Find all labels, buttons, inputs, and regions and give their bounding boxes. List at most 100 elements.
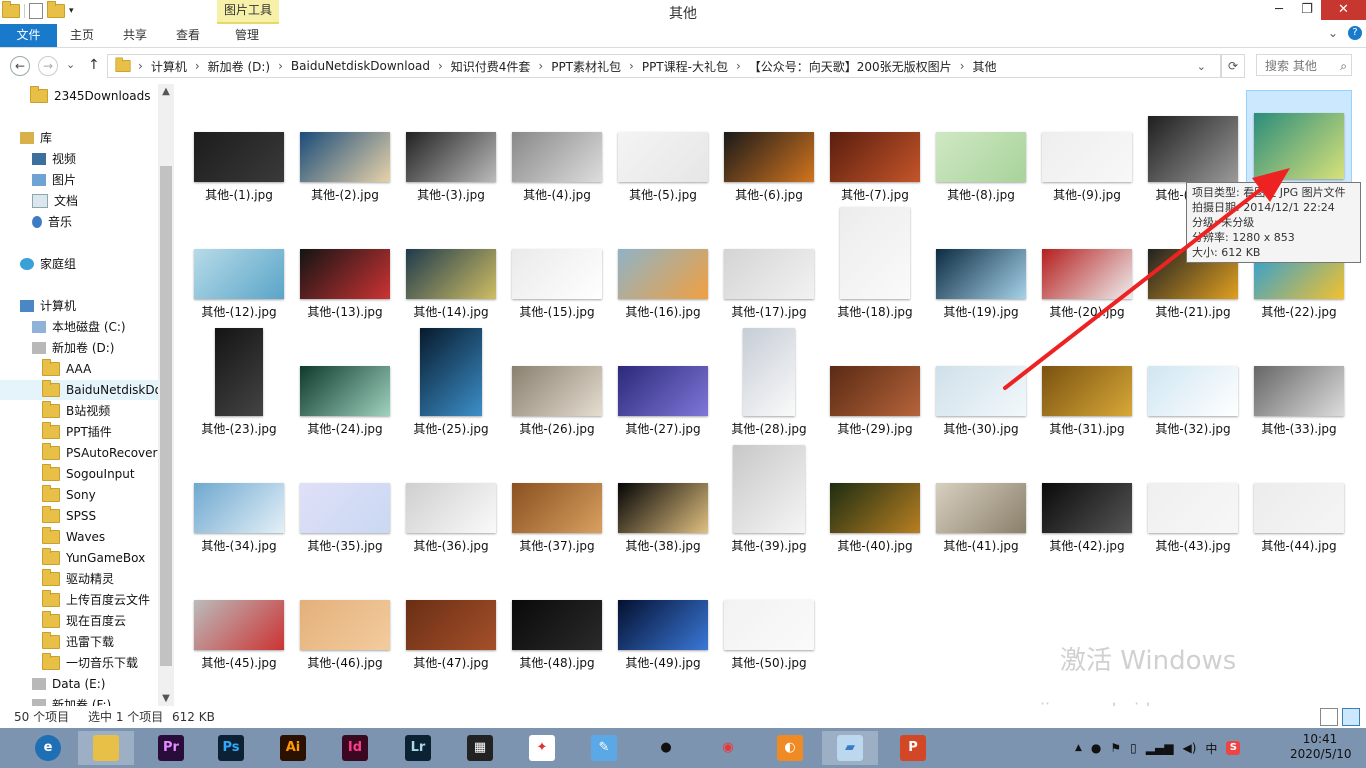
taskbar-app[interactable]: Lr — [390, 731, 446, 765]
taskbar-app[interactable]: ◉ — [700, 731, 756, 765]
sidebar-item-thunder[interactable]: 迅雷下载 — [42, 632, 114, 652]
sidebar-item-aaa[interactable]: AAA — [42, 359, 91, 379]
sidebar-item-music[interactable]: 音乐 — [32, 212, 72, 232]
help-icon[interactable]: ? — [1348, 26, 1362, 40]
taskbar-app[interactable]: e — [20, 731, 76, 765]
taskbar-app[interactable]: Id — [327, 731, 383, 765]
tab-home[interactable]: 主页 — [62, 24, 102, 47]
nav-scrollbar[interactable]: ▲ ▼ — [158, 84, 174, 706]
sidebar-item-library[interactable]: 库 — [20, 128, 52, 148]
search-input[interactable]: 搜索 其他 ⌕ — [1256, 54, 1352, 76]
file-item[interactable]: 其他-(16).jpg — [610, 211, 716, 327]
refresh-button[interactable]: ⟳ — [1221, 54, 1245, 78]
taskbar-app[interactable]: ◐ — [762, 731, 818, 765]
sidebar-item-waves[interactable]: Waves — [42, 527, 105, 547]
file-item[interactable]: 其他-(49).jpg — [610, 562, 716, 678]
volume-icon[interactable]: ◀) — [1182, 741, 1196, 755]
sidebar-item-psautorecover[interactable]: PSAutoRecover — [42, 443, 157, 463]
address-dropdown-icon[interactable]: ⌄ — [1197, 60, 1206, 73]
taskbar-app[interactable]: ▰ — [822, 731, 878, 765]
clock[interactable]: 10:41 2020/5/10 — [1290, 732, 1352, 762]
flag-icon[interactable]: ⚑ — [1110, 741, 1121, 755]
taskbar-app[interactable] — [78, 731, 134, 765]
sidebar-item-baidunetdisk[interactable]: BaiduNetdiskDo — [0, 380, 174, 400]
back-button[interactable]: ← — [10, 56, 30, 76]
file-item[interactable]: 其他-(29).jpg — [822, 328, 928, 444]
file-item[interactable]: 其他-(38).jpg — [610, 445, 716, 561]
recent-locations-dropdown[interactable]: ⌄ — [66, 58, 75, 71]
file-item[interactable]: 其他-(40).jpg — [822, 445, 928, 561]
search-icon[interactable]: ⌕ — [1340, 55, 1347, 77]
breadcrumb-drive-d[interactable]: 新加卷 (D:) — [208, 58, 270, 75]
scroll-down-icon[interactable]: ▼ — [158, 693, 174, 704]
sidebar-item-sogouinput[interactable]: SogouInput — [42, 464, 135, 484]
sidebar-item-bilibili[interactable]: B站视频 — [42, 401, 110, 421]
sogou-icon[interactable]: S — [1226, 741, 1241, 755]
sidebar-item-now-baidu[interactable]: 现在百度云 — [42, 611, 126, 631]
tab-view[interactable]: 查看 — [168, 24, 208, 47]
breadcrumb-ppt-assets[interactable]: PPT素材礼包 — [551, 58, 621, 75]
sidebar-item-documents[interactable]: 文档 — [32, 191, 78, 211]
forward-button[interactable]: → — [38, 56, 58, 76]
file-item[interactable]: 其他-(27).jpg — [610, 328, 716, 444]
sidebar-item-2345downloads[interactable]: 2345Downloads — [30, 86, 150, 106]
sidebar-item-computer[interactable]: 计算机 — [20, 296, 76, 316]
sidebar-item-pictures[interactable]: 图片 — [32, 170, 76, 190]
sidebar-item-drive-e[interactable]: Data (E:) — [32, 674, 105, 694]
taskbar-app[interactable]: ▦ — [452, 731, 508, 765]
address-box[interactable]: › 计算机 › 新加卷 (D:) › BaiduNetdiskDownload › 知… — [107, 54, 1221, 78]
breadcrumb-images[interactable]: 【公众号：向天歌】200张无版权图片 — [749, 58, 952, 75]
collapse-ribbon-icon[interactable]: ⌄ — [1328, 26, 1338, 40]
file-item[interactable]: 其他-(34).jpg — [186, 445, 292, 561]
file-item[interactable]: 其他-(1).jpg — [186, 94, 292, 210]
file-item[interactable]: 其他-(12).jpg — [186, 211, 292, 327]
sidebar-item-drive-c[interactable]: 本地磁盘 (C:) — [32, 317, 126, 337]
file-item[interactable]: 其他-(18).jpg — [822, 207, 928, 327]
sidebar-item-video[interactable]: 视频 — [32, 149, 76, 169]
taskbar-app[interactable]: ● — [638, 731, 694, 765]
file-item[interactable]: 其他-(44).jpg — [1246, 445, 1352, 561]
sidebar-item-drive-d[interactable]: 新加卷 (D:) — [32, 338, 114, 358]
file-item[interactable]: 其他-(48).jpg — [504, 562, 610, 678]
maximize-button[interactable]: ❐ — [1293, 0, 1321, 20]
file-item[interactable]: 其他-(36).jpg — [398, 445, 504, 561]
tray-chevron-icon[interactable]: ▲ — [1075, 743, 1082, 753]
tab-file[interactable]: 文件 — [0, 24, 57, 47]
close-button[interactable]: ✕ — [1321, 0, 1366, 20]
file-item[interactable]: 其他-(15).jpg — [504, 211, 610, 327]
file-item[interactable]: 其他-(47).jpg — [398, 562, 504, 678]
details-view-button[interactable] — [1320, 708, 1338, 726]
file-item[interactable]: 其他-(50).jpg — [716, 562, 822, 678]
file-item[interactable]: 其他-(2).jpg — [292, 94, 398, 210]
file-item[interactable]: 其他-(6).jpg — [716, 94, 822, 210]
file-item[interactable]: 其他-(37).jpg — [504, 445, 610, 561]
taskbar-app[interactable]: ✦ — [514, 731, 570, 765]
file-item[interactable]: 其他-(5).jpg — [610, 94, 716, 210]
sidebar-item-upload-baidu[interactable]: 上传百度云文件 — [42, 590, 150, 610]
breadcrumb-knowledge[interactable]: 知识付费4件套 — [451, 58, 531, 75]
breadcrumb-computer[interactable]: 计算机 — [151, 58, 187, 75]
taskbar-app[interactable]: P — [885, 731, 941, 765]
file-item[interactable]: 其他-(28).jpg — [716, 328, 822, 444]
file-item[interactable]: 其他-(43).jpg — [1140, 445, 1246, 561]
breadcrumb-ppt-course[interactable]: PPT课程-大礼包 — [642, 58, 728, 75]
file-item[interactable]: 其他-(3).jpg — [398, 94, 504, 210]
sidebar-item-music-download[interactable]: 一切音乐下载 — [42, 653, 138, 673]
sidebar-item-yungamebox[interactable]: YunGameBox — [42, 548, 145, 568]
file-item[interactable]: 其他-(24).jpg — [292, 328, 398, 444]
file-item[interactable]: 其他-(41).jpg — [928, 445, 1034, 561]
scrollbar-thumb[interactable] — [160, 166, 172, 666]
file-item[interactable]: 其他-(7).jpg — [822, 94, 928, 210]
tab-share[interactable]: 共享 — [115, 24, 155, 47]
breadcrumb-other[interactable]: 其他 — [973, 58, 997, 75]
sidebar-item-ppt-plugins[interactable]: PPT插件 — [42, 422, 112, 442]
network-icon[interactable]: ▂▄▆ — [1146, 741, 1174, 755]
file-item[interactable]: 其他-(42).jpg — [1034, 445, 1140, 561]
taskbar-app[interactable]: Ps — [203, 731, 259, 765]
tab-manage[interactable]: 管理 — [222, 24, 272, 47]
ime-indicator[interactable]: 中 — [1205, 740, 1217, 757]
file-item[interactable]: 其他-(13).jpg — [292, 211, 398, 327]
battery-icon[interactable]: ▯ — [1130, 741, 1137, 755]
file-item[interactable]: 其他-(25).jpg — [398, 328, 504, 444]
qq-tray-icon[interactable]: ● — [1091, 741, 1101, 755]
